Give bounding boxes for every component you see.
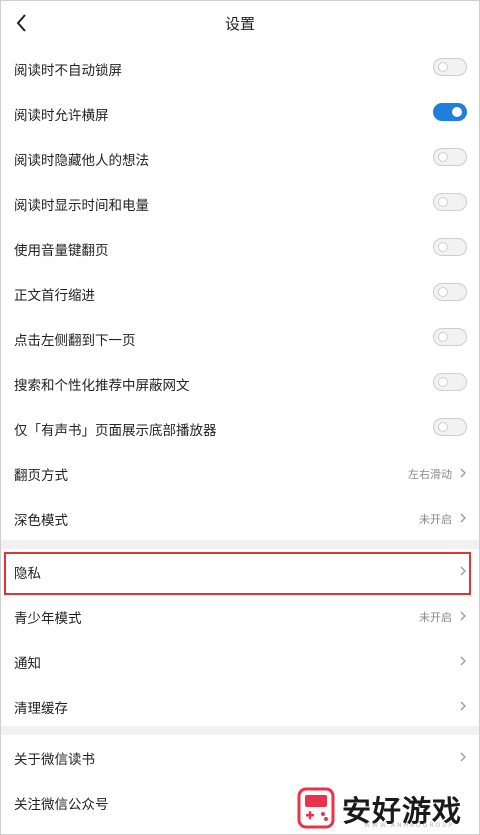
setting-row-audiobook-player: 仅「有声书」页面展示底部播放器	[0, 406, 480, 451]
toggle-switch[interactable]	[433, 193, 467, 211]
watermark: 安好游戏 WWW.ANHAOGROUP	[292, 782, 480, 835]
setting-row-clear-cache[interactable]: 清理缓存	[0, 684, 480, 729]
setting-row-no-auto-lock: 阅读时不自动锁屏	[0, 46, 480, 91]
setting-label: 搜索和个性化推荐中屏蔽网文	[14, 378, 190, 394]
chevron-right-icon	[460, 611, 466, 621]
setting-row-dark-mode[interactable]: 深色模式 未开启	[0, 496, 480, 541]
toggle-knob	[452, 107, 462, 117]
toggle-knob	[438, 422, 448, 432]
toggle-switch[interactable]	[433, 238, 467, 256]
setting-value: 未开启	[419, 611, 452, 624]
setting-label: 通知	[14, 656, 41, 672]
toggle-knob	[438, 377, 448, 387]
setting-label: 关于微信读书	[14, 752, 95, 768]
chevron-right-icon	[460, 468, 466, 478]
setting-label: 深色模式	[14, 513, 68, 529]
setting-value: 未开启	[419, 513, 452, 526]
setting-value: 左右滑动	[408, 468, 452, 481]
setting-label: 翻页方式	[14, 468, 68, 484]
toggle-knob	[438, 197, 448, 207]
toggle-switch[interactable]	[433, 418, 467, 436]
setting-label: 阅读时允许横屏	[14, 108, 109, 124]
setting-row-first-line-indent: 正文首行缩进	[0, 271, 480, 316]
setting-label: 关注微信公众号	[14, 797, 109, 813]
toggle-knob	[438, 152, 448, 162]
top-bar: 设置	[0, 0, 480, 46]
setting-row-page-turn-mode[interactable]: 翻页方式 左右滑动	[0, 451, 480, 496]
setting-row-volume-key-paging: 使用音量键翻页	[0, 226, 480, 271]
chevron-right-icon	[460, 656, 466, 666]
gamepad-logo-icon	[297, 787, 335, 829]
setting-row-teen-mode[interactable]: 青少年模式 未开启	[0, 594, 480, 639]
toggle-switch[interactable]	[433, 103, 467, 121]
chevron-right-icon	[460, 513, 466, 523]
setting-label: 仅「有声书」页面展示底部播放器	[14, 423, 217, 439]
chevron-right-icon	[460, 752, 466, 762]
toggle-switch[interactable]	[433, 148, 467, 166]
setting-row-allow-landscape: 阅读时允许横屏	[0, 91, 480, 136]
toggle-switch[interactable]	[433, 283, 467, 301]
setting-row-left-tap-next-page: 点击左侧翻到下一页	[0, 316, 480, 361]
setting-row-show-time-battery: 阅读时显示时间和电量	[0, 181, 480, 226]
setting-label: 青少年模式	[14, 611, 82, 627]
toggle-knob	[438, 287, 448, 297]
toggle-knob	[438, 62, 448, 72]
toggle-switch[interactable]	[433, 328, 467, 346]
setting-label: 清理缓存	[14, 701, 68, 717]
setting-label: 阅读时隐藏他人的想法	[14, 153, 149, 169]
setting-row-notifications[interactable]: 通知	[0, 639, 480, 684]
toggle-switch[interactable]	[433, 58, 467, 76]
chevron-right-icon	[460, 701, 466, 711]
setting-row-hide-thoughts: 阅读时隐藏他人的想法	[0, 136, 480, 181]
setting-label: 点击左侧翻到下一页	[14, 333, 136, 349]
toggle-switch[interactable]	[433, 373, 467, 391]
setting-row-block-web-novels: 搜索和个性化推荐中屏蔽网文	[0, 361, 480, 406]
setting-label: 正文首行缩进	[14, 288, 95, 304]
section-divider	[0, 726, 480, 735]
setting-label: 阅读时显示时间和电量	[14, 198, 149, 214]
setting-label: 阅读时不自动锁屏	[14, 63, 122, 79]
highlight-box	[4, 552, 471, 595]
setting-row-about[interactable]: 关于微信读书	[0, 735, 480, 780]
toggle-knob	[438, 332, 448, 342]
setting-label: 使用音量键翻页	[14, 243, 109, 259]
watermark-url: WWW.ANHAOGROUP	[364, 822, 455, 829]
section-divider	[0, 540, 480, 549]
page-title: 设置	[224, 15, 255, 33]
toggle-knob	[438, 242, 448, 252]
